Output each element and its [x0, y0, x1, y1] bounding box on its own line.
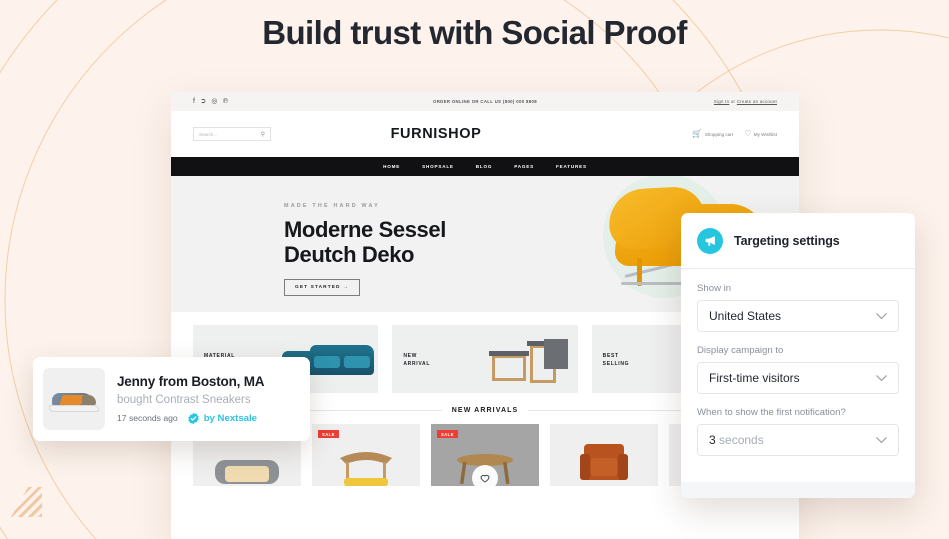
field-display-campaign-to: Display campaign to First-time visitors: [697, 345, 899, 394]
panel-title: Targeting settings: [734, 233, 840, 248]
sale-badge: SALE: [437, 430, 458, 438]
site-header: Search... ⚲ FURNISHOP 🛒 Shopping cart ♡ …: [171, 111, 799, 157]
chevron-down-icon[interactable]: [876, 312, 887, 320]
field-label: Show in: [697, 283, 732, 294]
category-label-line1: NEW: [403, 353, 418, 359]
category-label-line1: BEST: [602, 353, 619, 359]
chevron-down-icon[interactable]: [876, 374, 887, 382]
notification-footer: 17 seconds ago by Nextsale: [117, 412, 300, 425]
display-campaign-value: First-time visitors: [709, 371, 800, 385]
site-topbar: f ➲ ◎ ℗ ORDER ONLINE OR CALL US (800) 00…: [171, 92, 799, 111]
category-label-line2: SELLING: [602, 361, 630, 367]
notification-brand[interactable]: by Nextsale: [187, 412, 257, 425]
product-thumbnail: [43, 368, 105, 430]
sign-in-link[interactable]: Sign In: [714, 99, 729, 104]
nav-item-features[interactable]: FEATURES: [556, 164, 587, 169]
field-label: Display campaign to: [697, 345, 784, 356]
panel-header: Targeting settings: [681, 213, 915, 269]
sale-badge: SALE: [318, 430, 339, 438]
show-in-select[interactable]: United States: [697, 300, 899, 332]
sofa-cushion: [344, 356, 371, 368]
notification-delay-value: 3 seconds: [709, 433, 764, 447]
topbar-separator: or: [730, 99, 736, 104]
notification-timestamp: 17 seconds ago: [117, 413, 178, 423]
side-tables-image: [486, 339, 572, 387]
category-label-line2: ARRIVAL: [403, 361, 431, 367]
verified-badge-icon: [187, 412, 199, 424]
instagram-icon[interactable]: ◎: [211, 98, 217, 105]
heart-icon: ♡: [744, 129, 752, 138]
topbar-account-links[interactable]: Sign In or Create an account: [627, 99, 777, 104]
search-icon[interactable]: ⚲: [261, 131, 265, 138]
hero-heading: Moderne Sessel Deutch Deko: [284, 217, 446, 267]
hero-text-block: MADE THE HARD WAY Moderne Sessel Deutch …: [284, 203, 446, 296]
search-input[interactable]: Search... ⚲: [193, 127, 271, 141]
wishlist-label: My Wishlist: [753, 131, 777, 137]
page-title: Build trust with Social Proof: [262, 14, 687, 51]
megaphone-glyph: [705, 236, 715, 246]
sneaker-stripe: [59, 395, 85, 405]
cart-icon: 🛒: [692, 129, 703, 138]
notification-delay-select[interactable]: 3 seconds: [697, 424, 899, 456]
create-account-link[interactable]: Create an account: [737, 99, 777, 104]
notification-brand-label: by Nextsale: [203, 412, 258, 424]
social-links[interactable]: f ➲ ◎ ℗: [193, 98, 343, 105]
delay-number: 3: [709, 433, 716, 447]
site-brand-logo: FURNISHOP: [390, 126, 482, 142]
nav-item-pages[interactable]: PAGES: [514, 164, 534, 169]
table-frame: [491, 355, 526, 381]
chevron-down-icon[interactable]: [876, 436, 887, 444]
field-first-notification-delay: When to show the first notification? 3 s…: [697, 407, 899, 456]
field-show-in: Show in United States: [697, 283, 899, 332]
new-arrivals-title: NEW ARRIVALS: [451, 407, 519, 414]
category-label: BEST SELLING: [603, 352, 630, 368]
stripes-decoration: [8, 487, 42, 517]
shopping-cart-link[interactable]: 🛒 Shopping cart: [692, 130, 733, 138]
sneaker-sole: [49, 405, 99, 412]
sneaker-image: [49, 388, 99, 412]
megaphone-icon: [697, 227, 723, 254]
facebook-icon[interactable]: f: [193, 98, 195, 105]
notification-text: Jenny from Boston, MA bought Contrast Sn…: [117, 374, 300, 425]
twitter-icon[interactable]: ➲: [200, 98, 206, 105]
topbar-phone-text: ORDER ONLINE OR CALL US (800) 000 8808: [433, 99, 537, 104]
social-proof-notification[interactable]: Jenny from Boston, MA bought Contrast Sn…: [33, 357, 310, 441]
nav-item-home[interactable]: HOME: [383, 164, 400, 169]
panel-footer: [681, 482, 915, 498]
sofa-cushion: [314, 356, 341, 368]
display-campaign-select[interactable]: First-time visitors: [697, 362, 899, 394]
panel-body: Show in United States Display campaign t…: [681, 269, 915, 456]
hero-heading-line2: Deutch Deko: [284, 242, 415, 267]
header-utility-links: 🛒 Shopping cart ♡ My Wishlist: [601, 130, 777, 138]
category-card[interactable]: NEW ARRIVAL: [392, 325, 578, 393]
table-top: [488, 351, 529, 356]
product-card[interactable]: SALE: [431, 424, 539, 486]
product-card[interactable]: [550, 424, 658, 486]
nav-item-blog[interactable]: BLOG: [476, 164, 492, 169]
nav-item-shopsale[interactable]: SHOPSALE: [422, 164, 454, 169]
site-navigation: HOME SHOPSALE BLOG PAGES FEATURES: [171, 157, 799, 176]
pinterest-icon[interactable]: ℗: [223, 98, 228, 105]
category-label: NEW ARRIVAL: [403, 352, 430, 368]
hero-eyebrow: MADE THE HARD WAY: [284, 203, 380, 209]
wishlist-link[interactable]: ♡ My Wishlist: [744, 130, 777, 138]
product-image: [580, 444, 628, 480]
cart-label: Shopping cart: [704, 131, 734, 137]
search-placeholder: Search...: [199, 131, 218, 137]
notification-title: Jenny from Boston, MA: [117, 373, 265, 389]
table-panel: [543, 339, 568, 369]
hero-heading-line1: Moderne Sessel: [284, 217, 446, 242]
targeting-settings-panel: Targeting settings Show in United States…: [681, 213, 915, 498]
show-in-value: United States: [709, 309, 782, 323]
field-label: When to show the first notification?: [697, 407, 846, 418]
product-card[interactable]: SALE: [312, 424, 420, 486]
hero-cta-button[interactable]: GET STARTED →: [284, 279, 360, 296]
delay-unit: seconds: [715, 433, 764, 447]
notification-subtitle: bought Contrast Sneakers: [117, 393, 251, 406]
